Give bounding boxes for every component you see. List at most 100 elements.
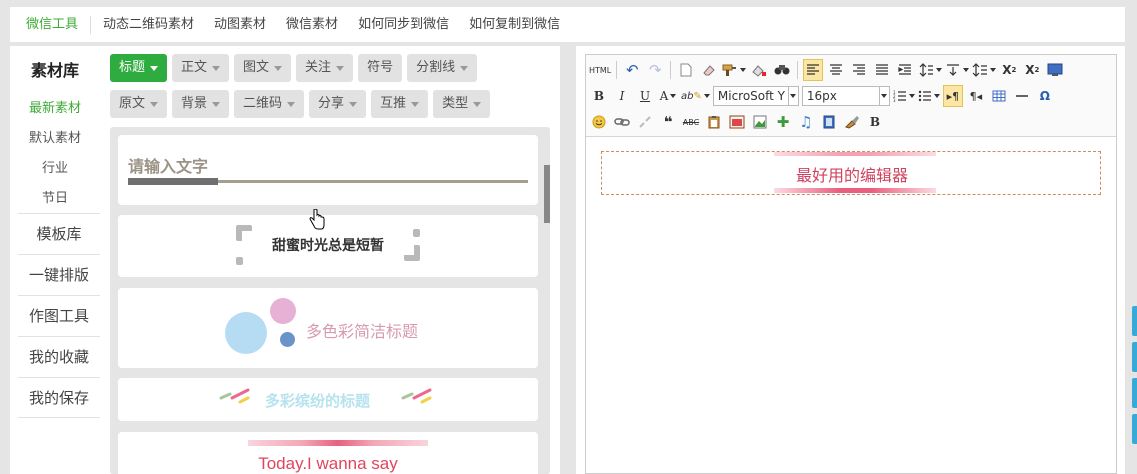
image-icon[interactable] bbox=[727, 111, 747, 133]
sidebar-item-one-click[interactable]: 一键排版 bbox=[18, 254, 100, 295]
sidebar-item-drawing-tools[interactable]: 作图工具 bbox=[18, 295, 100, 336]
align-right-icon[interactable] bbox=[849, 59, 869, 81]
filter-body-button[interactable]: 正文 bbox=[172, 54, 230, 82]
redo-icon[interactable]: ↷ bbox=[645, 59, 665, 81]
nav-dynamic-qr[interactable]: 动态二维码素材 bbox=[93, 7, 204, 42]
filter-image-text-button[interactable]: 图文 bbox=[234, 54, 292, 82]
nav-gif-material[interactable]: 动图素材 bbox=[204, 7, 276, 42]
ltr-direction-icon[interactable]: ▸¶ bbox=[942, 85, 963, 107]
edge-tab[interactable] bbox=[1132, 342, 1137, 372]
bracket-dot bbox=[413, 229, 420, 237]
filter-share-button[interactable]: 分享 bbox=[309, 90, 367, 118]
emoji-icon[interactable] bbox=[589, 111, 609, 133]
unordered-list-icon[interactable] bbox=[918, 85, 940, 107]
nav-how-sync[interactable]: 如何同步到微信 bbox=[348, 7, 459, 42]
picture-icon[interactable] bbox=[750, 111, 770, 133]
sidebar-item-industry[interactable]: 行业 bbox=[18, 154, 92, 184]
filter-label: 分割线 bbox=[416, 60, 456, 75]
horizontal-rule-icon[interactable] bbox=[1012, 85, 1032, 107]
edge-tab[interactable] bbox=[1132, 414, 1137, 444]
align-justify-icon[interactable] bbox=[872, 59, 892, 81]
strikethrough-icon[interactable]: ABC bbox=[681, 111, 701, 133]
sidebar-item-saved[interactable]: 我的保存 bbox=[18, 377, 100, 418]
chevron-down-icon bbox=[212, 65, 221, 71]
superscript-icon[interactable]: X2 bbox=[999, 59, 1019, 81]
music-icon[interactable]: ♫ bbox=[796, 111, 816, 133]
italic-icon[interactable]: I bbox=[612, 85, 632, 107]
material-card[interactable]: 多彩缤纷的标题 bbox=[118, 378, 538, 421]
sidebar-item-latest[interactable]: 最新素材 bbox=[18, 94, 92, 124]
background-color-icon[interactable] bbox=[749, 59, 769, 81]
eraser-icon[interactable] bbox=[699, 59, 719, 81]
search-replace-icon[interactable] bbox=[772, 59, 792, 81]
sidebar-item-default[interactable]: 默认素材 bbox=[18, 124, 92, 154]
indent-icon[interactable] bbox=[895, 59, 915, 81]
puzzle-icon[interactable]: ✚ bbox=[773, 111, 793, 133]
material-card[interactable]: 多色彩简洁标题 bbox=[118, 288, 538, 368]
blockquote-icon[interactable]: ❝ bbox=[658, 111, 678, 133]
filter-divider-button[interactable]: 分割线 bbox=[407, 54, 478, 82]
filter-title-button[interactable]: 标题 bbox=[110, 54, 168, 82]
filter-type-button[interactable]: 类型 bbox=[433, 90, 491, 118]
sidebar-item-favorites[interactable]: 我的收藏 bbox=[18, 336, 100, 377]
sidebar: 素材库 最新素材 默认素材 行业 节日 模板库 一键排版 作图工具 我的收藏 我… bbox=[10, 46, 100, 474]
preview-icon[interactable] bbox=[1045, 59, 1065, 81]
nav-wechat-tools[interactable]: 微信工具 bbox=[16, 7, 88, 42]
title-top-stripe bbox=[774, 152, 936, 156]
hand-cursor-icon bbox=[309, 209, 325, 230]
editor-toolbar: HTML ↶ ↷ X2 X2 B I U A ab ✎ MicroSoft Y … bbox=[586, 55, 1116, 137]
filter-promote-button[interactable]: 互推 bbox=[371, 90, 429, 118]
paragraph-spacing-icon[interactable] bbox=[918, 59, 943, 81]
edge-tab[interactable] bbox=[1132, 306, 1137, 336]
title-bottom-stripe bbox=[774, 188, 936, 193]
subscript-icon[interactable]: X2 bbox=[1022, 59, 1042, 81]
undo-icon[interactable]: ↶ bbox=[622, 59, 642, 81]
bold-icon[interactable]: B bbox=[589, 85, 609, 107]
edge-tab[interactable] bbox=[1132, 378, 1137, 408]
bracket-dot bbox=[236, 257, 243, 265]
editor-content-block[interactable]: 最好用的编辑器 bbox=[601, 151, 1101, 195]
table-icon[interactable] bbox=[989, 85, 1009, 107]
nav-wechat-material[interactable]: 微信素材 bbox=[276, 7, 348, 42]
filter-qrcode-button[interactable]: 二维码 bbox=[234, 90, 305, 118]
line-height-icon[interactable] bbox=[972, 59, 997, 81]
html-source-button[interactable]: HTML bbox=[589, 59, 611, 81]
font-color-icon[interactable]: A bbox=[658, 85, 678, 107]
underline-icon[interactable]: U bbox=[635, 85, 655, 107]
row-spacing-top-icon[interactable] bbox=[945, 59, 970, 81]
rtl-direction-icon[interactable]: ¶◂ bbox=[966, 85, 986, 107]
sidebar-title: 素材库 bbox=[30, 61, 79, 80]
filter-symbol-button[interactable]: 符号 bbox=[358, 54, 403, 82]
bold-alt-icon[interactable]: B bbox=[865, 111, 885, 133]
nav-how-copy[interactable]: 如何复制到微信 bbox=[459, 7, 570, 42]
filter-label: 正文 bbox=[181, 60, 208, 75]
filter-original-button[interactable]: 原文 bbox=[110, 90, 168, 118]
highlight-color-icon[interactable]: ab ✎ bbox=[681, 85, 710, 107]
align-center-icon[interactable] bbox=[826, 59, 846, 81]
paste-icon[interactable] bbox=[704, 111, 724, 133]
sidebar-item-holiday[interactable]: 节日 bbox=[18, 184, 92, 214]
font-size-select[interactable]: 16px bbox=[801, 86, 890, 106]
content-title[interactable]: 最好用的编辑器 bbox=[602, 162, 1102, 186]
new-document-icon[interactable] bbox=[676, 59, 696, 81]
filter-label: 符号 bbox=[367, 60, 394, 75]
filter-follow-button[interactable]: 关注 bbox=[296, 54, 354, 82]
material-card[interactable]: 请输入文字 bbox=[118, 135, 538, 205]
sidebar-item-templates[interactable]: 模板库 bbox=[18, 213, 100, 254]
circle-blue bbox=[225, 312, 267, 354]
filter-background-button[interactable]: 背景 bbox=[172, 90, 230, 118]
ordered-list-icon[interactable]: 123 bbox=[893, 85, 915, 107]
video-icon[interactable] bbox=[819, 111, 839, 133]
material-card[interactable]: Today.I wanna say bbox=[118, 432, 538, 474]
filter-label: 类型 bbox=[442, 96, 469, 111]
link-icon[interactable] bbox=[612, 111, 632, 133]
top-nav: 微信工具 动态二维码素材 动图素材 微信素材 如何同步到微信 如何复制到微信 bbox=[10, 7, 1125, 42]
align-left-icon[interactable] bbox=[803, 59, 824, 81]
font-family-select[interactable]: MicroSoft Y bbox=[712, 86, 799, 106]
format-painter-icon[interactable] bbox=[722, 59, 747, 81]
unlink-icon[interactable] bbox=[635, 111, 655, 133]
material-card[interactable]: 甜蜜时光总是短暂 bbox=[118, 215, 538, 277]
special-char-icon[interactable]: Ω bbox=[1035, 85, 1055, 107]
brush-icon[interactable] bbox=[842, 111, 862, 133]
gallery-scroll-thumb[interactable] bbox=[544, 165, 550, 223]
